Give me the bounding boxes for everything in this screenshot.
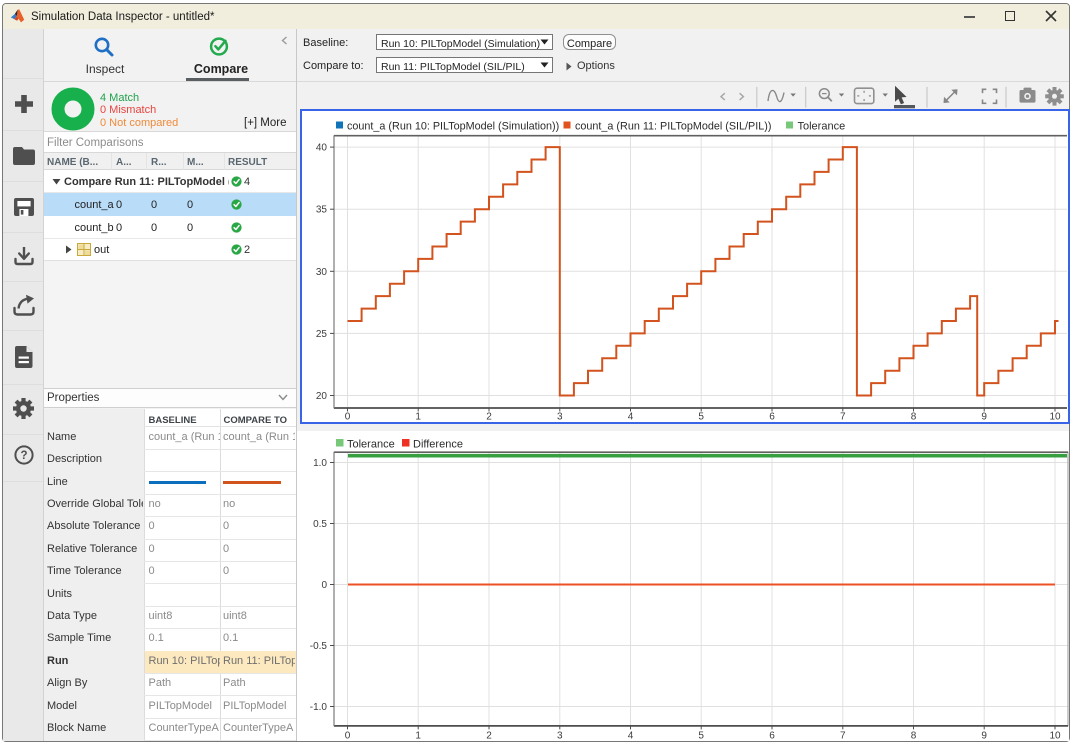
svg-text:2: 2	[486, 411, 492, 421]
svg-text:?: ?	[20, 450, 27, 462]
svg-text:8: 8	[911, 411, 917, 421]
svg-text:35: 35	[316, 205, 328, 216]
svg-text:count_a (Run 11: PILTopModel (: count_a (Run 11: PILTopModel (SIL/PIL))	[575, 121, 771, 133]
svg-text:4: 4	[628, 411, 634, 421]
svg-text:25: 25	[316, 329, 328, 340]
svg-text:40: 40	[316, 143, 328, 154]
svg-text:count_a (Run 10: PILTopModel (: count_a (Run 10: PILTopModel (Simulation…	[347, 121, 559, 133]
svg-text:5: 5	[698, 730, 704, 741]
svg-text:2: 2	[486, 730, 492, 741]
svg-text:1.0: 1.0	[313, 458, 327, 469]
svg-text:-0.5: -0.5	[310, 641, 328, 652]
svg-text:9: 9	[981, 730, 987, 741]
svg-text:7: 7	[840, 411, 846, 421]
svg-text:9: 9	[981, 411, 987, 421]
svg-text:7: 7	[840, 730, 846, 741]
svg-text:Tolerance: Tolerance	[798, 121, 846, 133]
svg-text:0: 0	[345, 730, 351, 741]
svg-text:6: 6	[769, 411, 775, 421]
svg-text:-1.0: -1.0	[310, 702, 328, 713]
svg-text:0: 0	[345, 411, 351, 421]
svg-text:1: 1	[415, 730, 421, 741]
svg-text:Difference: Difference	[413, 439, 463, 451]
svg-text:0: 0	[321, 580, 327, 591]
svg-text:3: 3	[557, 411, 563, 421]
svg-text:5: 5	[698, 411, 704, 421]
svg-text:3: 3	[557, 730, 563, 741]
svg-text:0.5: 0.5	[313, 519, 327, 530]
svg-text:10: 10	[1049, 730, 1061, 741]
svg-text:10: 10	[1049, 411, 1061, 421]
svg-text:Tolerance: Tolerance	[347, 439, 395, 451]
svg-text:1: 1	[415, 411, 421, 421]
svg-text:4: 4	[628, 730, 634, 741]
svg-text:20: 20	[316, 391, 328, 402]
svg-text:6: 6	[769, 730, 775, 741]
svg-text:30: 30	[316, 267, 328, 278]
svg-text:8: 8	[911, 730, 917, 741]
